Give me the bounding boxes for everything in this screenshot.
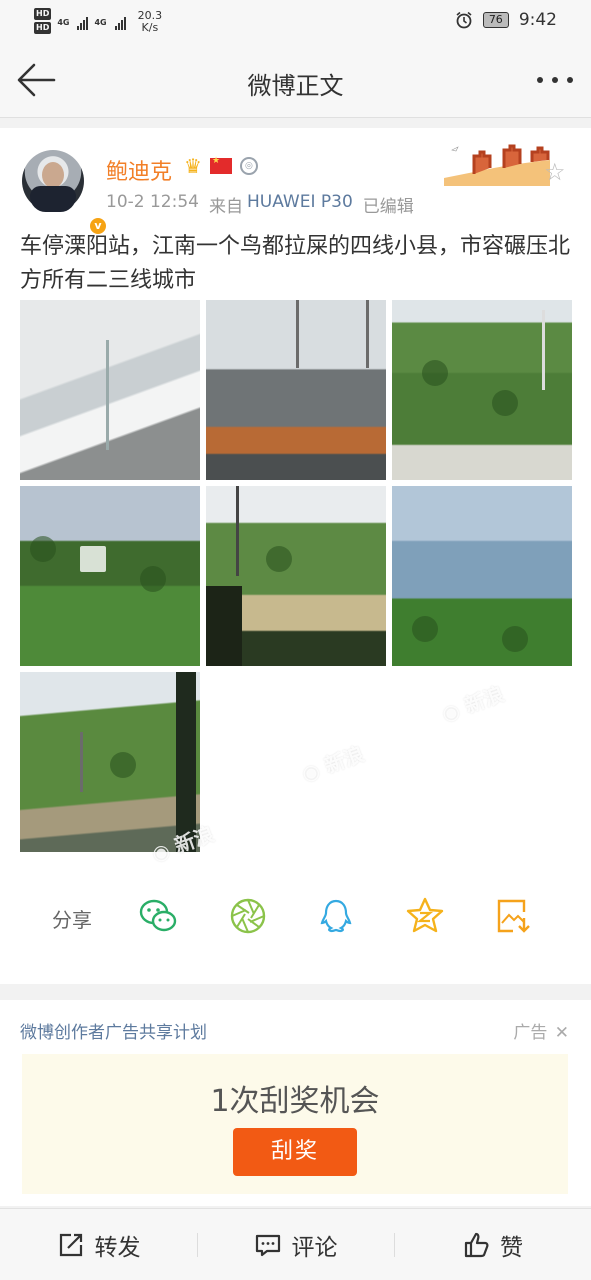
- repost-button[interactable]: 转发: [0, 1209, 197, 1280]
- page-title: 微博正文: [247, 72, 344, 100]
- avatar[interactable]: v: [22, 150, 108, 236]
- share-label: 分享: [52, 908, 92, 932]
- scratch-chance-text: 1次刮奖机会: [210, 1084, 380, 1119]
- photo-3[interactable]: [392, 300, 572, 480]
- more-options-icon[interactable]: [533, 68, 577, 92]
- share-row: 分享: [0, 888, 591, 948]
- status-bar: HD HD 4G 4G 20.3 K/s 76 9:42: [0, 0, 591, 44]
- watermark: ◉ 新浪: [298, 741, 368, 787]
- nav-bar: 微博正文: [0, 44, 591, 118]
- wechat-icon[interactable]: [138, 896, 178, 936]
- scratch-button[interactable]: 刮奖: [233, 1128, 357, 1176]
- username[interactable]: 鲍迪克: [106, 154, 172, 186]
- comment-label: 评论: [291, 1234, 338, 1261]
- network-speed: 20.3 K/s: [137, 9, 163, 34]
- source-device-link[interactable]: HUAWEI P30: [247, 192, 353, 217]
- signal-label-2: 4G: [94, 17, 107, 27]
- post-text: 车停溧阳站，江南一个鸟都拉屎的四线小县，市容碾压北方所有二三线城市: [20, 234, 571, 293]
- post-meta: 10-2 12:54 来自 HUAWEI P30 已编辑: [106, 192, 414, 217]
- qq-icon[interactable]: [316, 896, 356, 936]
- photo-7[interactable]: [20, 672, 200, 852]
- hd-icon: HD HD: [34, 8, 52, 34]
- signal-icon: [114, 14, 126, 30]
- user-badges: ♛ ◎: [184, 154, 258, 178]
- ad-tag: 广告 ✕: [513, 1023, 569, 1043]
- repost-label: 转发: [94, 1234, 141, 1261]
- clock: 9:42: [518, 10, 557, 30]
- crown-icon[interactable]: ♛: [184, 154, 202, 178]
- medal-icon[interactable]: ◎: [239, 157, 258, 175]
- edited-label[interactable]: 已编辑: [363, 192, 414, 217]
- photo-1[interactable]: [20, 300, 200, 480]
- china-flag-icon: [209, 156, 232, 174]
- signal-icon: [77, 14, 89, 30]
- great-wall-decoration-icon: [444, 144, 550, 186]
- qzone-icon[interactable]: [405, 896, 445, 936]
- like-button[interactable]: 赞: [394, 1209, 591, 1280]
- favorite-star-icon[interactable]: ☆: [544, 158, 566, 186]
- photo-2[interactable]: [206, 300, 386, 480]
- save-image-icon[interactable]: [494, 896, 534, 936]
- alarm-icon: [456, 11, 472, 29]
- moments-icon[interactable]: [228, 896, 268, 936]
- close-icon[interactable]: ✕: [555, 1023, 569, 1043]
- comment-icon: [255, 1234, 280, 1256]
- thumbs-up-icon: [464, 1232, 489, 1257]
- post-timestamp: 10-2 12:54: [106, 192, 199, 212]
- watermark: ◉ 新浪: [438, 681, 508, 727]
- ad-card[interactable]: 微博创作者广告共享计划 广告 ✕ 1次刮奖机会 刮奖: [0, 1000, 591, 1206]
- bottom-toolbar: 转发 评论 赞: [0, 1208, 591, 1280]
- scratch-card[interactable]: 1次刮奖机会 刮奖: [22, 1054, 568, 1194]
- photo-6[interactable]: [392, 486, 572, 666]
- weibo-post: v 鲍迪克 ♛ ◎ 10-2 12:54 来自 HUAWEI P30 已编辑 ☆…: [0, 128, 591, 984]
- comment-button[interactable]: 评论: [197, 1209, 394, 1280]
- ad-title[interactable]: 微博创作者广告共享计划: [20, 1018, 207, 1043]
- repost-icon: [59, 1233, 82, 1256]
- like-label: 赞: [500, 1234, 523, 1261]
- signal-label-1: 4G: [57, 17, 70, 27]
- source-prefix: 来自: [208, 197, 243, 217]
- photo-5[interactable]: [206, 486, 386, 666]
- battery-icon: 76: [482, 12, 509, 28]
- photo-4[interactable]: [20, 486, 200, 666]
